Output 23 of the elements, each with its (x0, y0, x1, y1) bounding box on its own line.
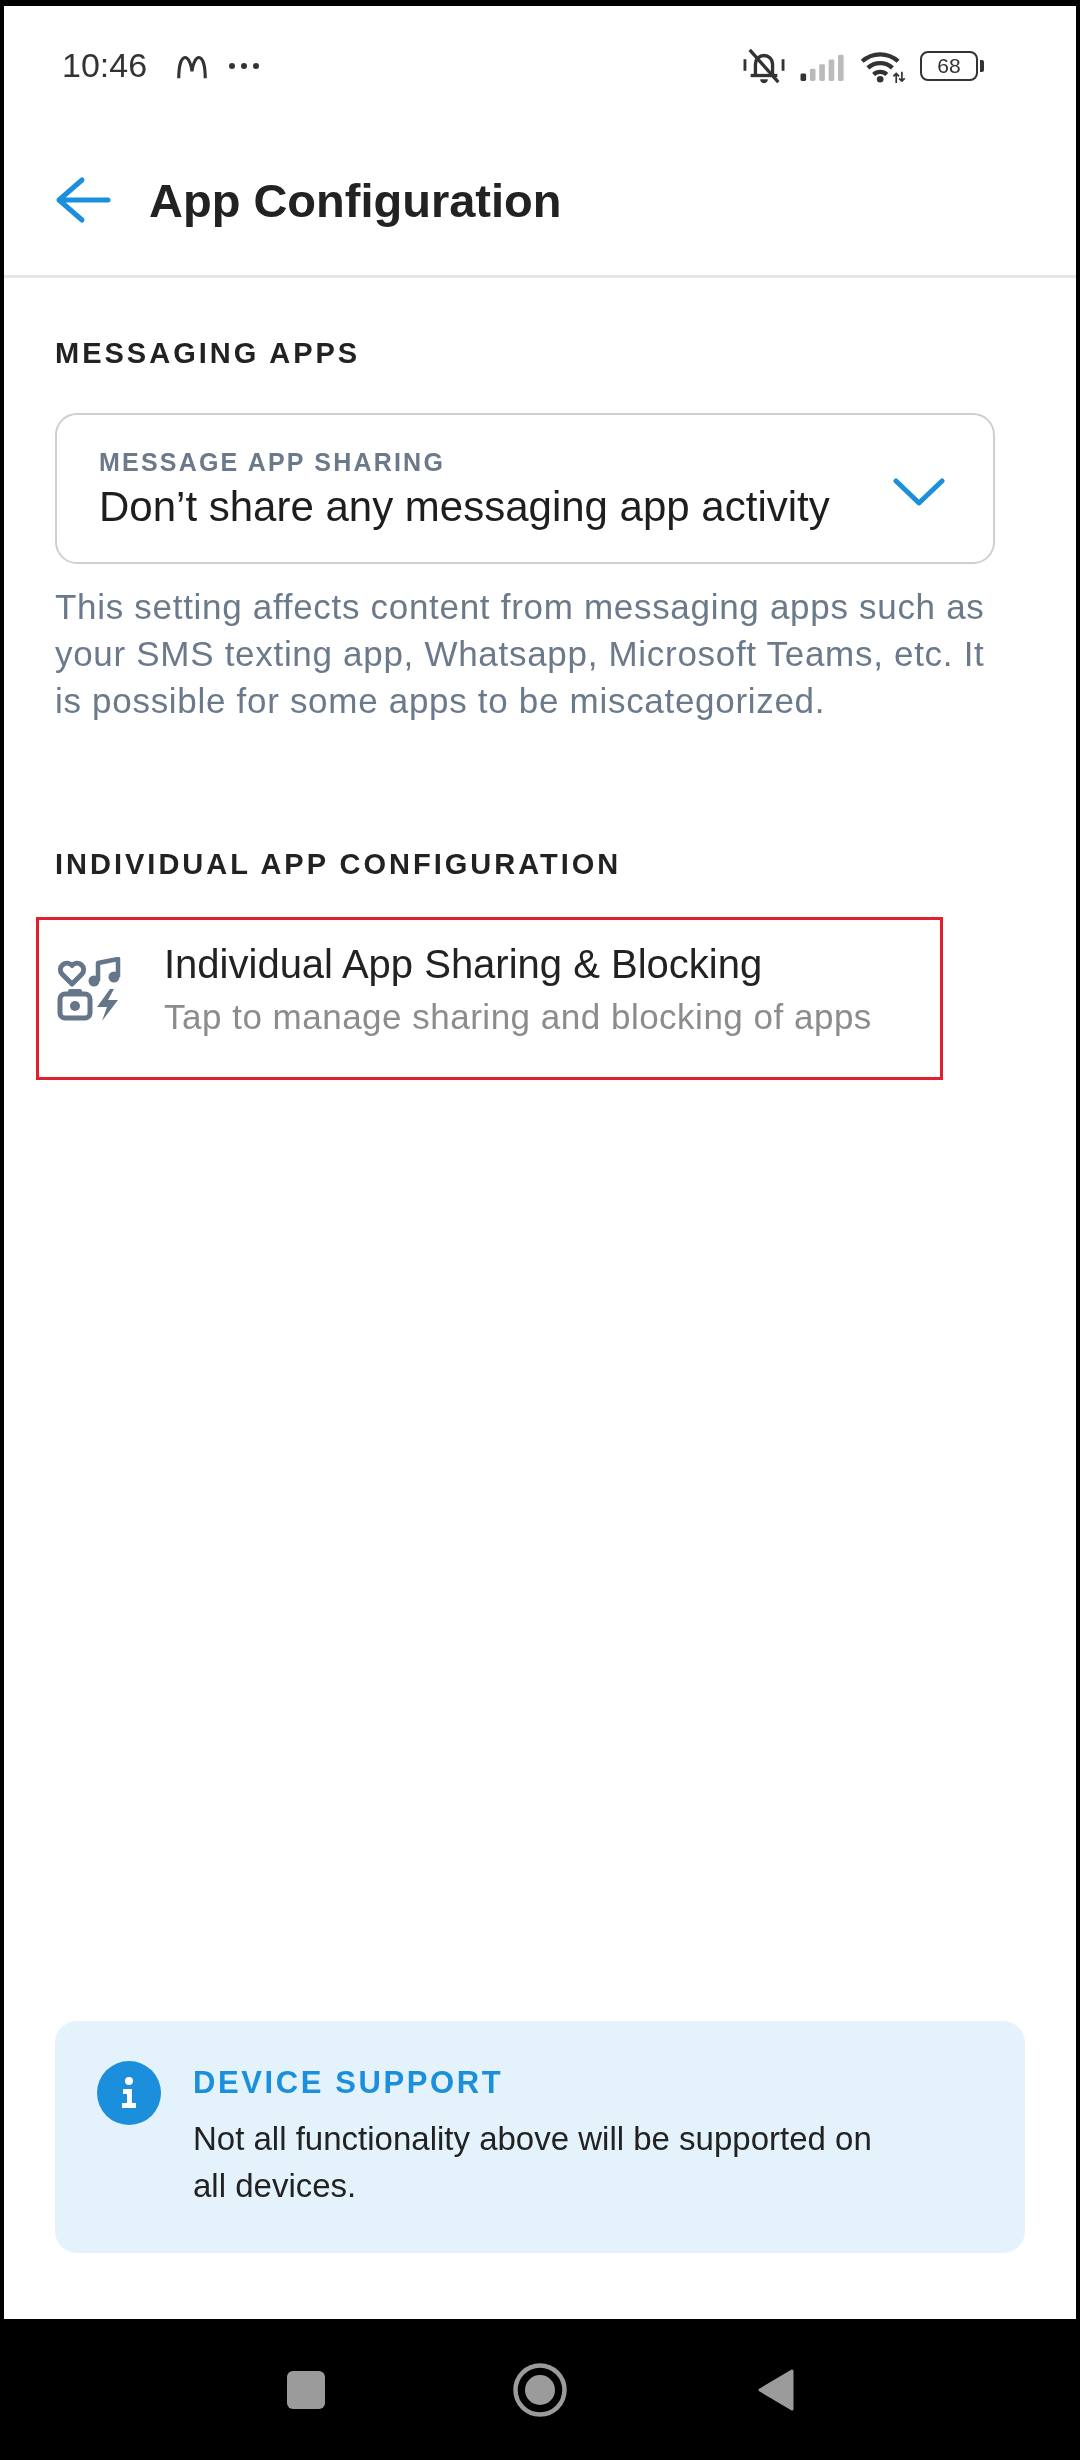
notice-title: DEVICE SUPPORT (193, 2064, 505, 2102)
status-time: 10:46 (62, 46, 148, 85)
row-subtitle: Tap to manage sharing and blocking of apps (164, 996, 872, 1038)
section-heading: INDIVIDUAL APP CONFIGURATION (55, 847, 622, 882)
notice-body: Not all functionality above will be supported on all devices. (193, 2119, 873, 2206)
app-categories-icon (57, 957, 123, 1021)
home-circle-icon[interactable] (512, 2362, 567, 2417)
message-sharing-dropdown[interactable]: MESSAGE APP SHARING Don’t share any messaging app activity (55, 413, 995, 564)
back-button[interactable] (55, 176, 111, 224)
more-dots-icon (229, 62, 260, 69)
battery-percent: 68 (937, 55, 961, 76)
recents-square-icon[interactable] (286, 2370, 325, 2409)
chevron-down-icon (893, 477, 945, 506)
help-text: This setting affects content from messaging apps such as your SMS texting app, Whatsapp, Microsoft Teams, etc. It is possible for some apps to be miscategorized. (55, 586, 986, 722)
page-title: App Configuration (149, 172, 562, 228)
back-triangle-icon[interactable] (757, 2368, 794, 2411)
back-arrow-icon (55, 176, 111, 224)
dropdown-label: MESSAGE APP SHARING (99, 446, 447, 477)
info-icon (97, 2061, 161, 2125)
app-sharing-row[interactable]: Individual App Sharing & Blocking Tap to manage sharing and blocking of apps (36, 917, 943, 1080)
dropdown-value: Don’t share any messaging app activity (99, 482, 830, 531)
row-title: Individual App Sharing & Blocking (164, 941, 764, 988)
section-heading: MESSAGING APPS (55, 336, 361, 371)
